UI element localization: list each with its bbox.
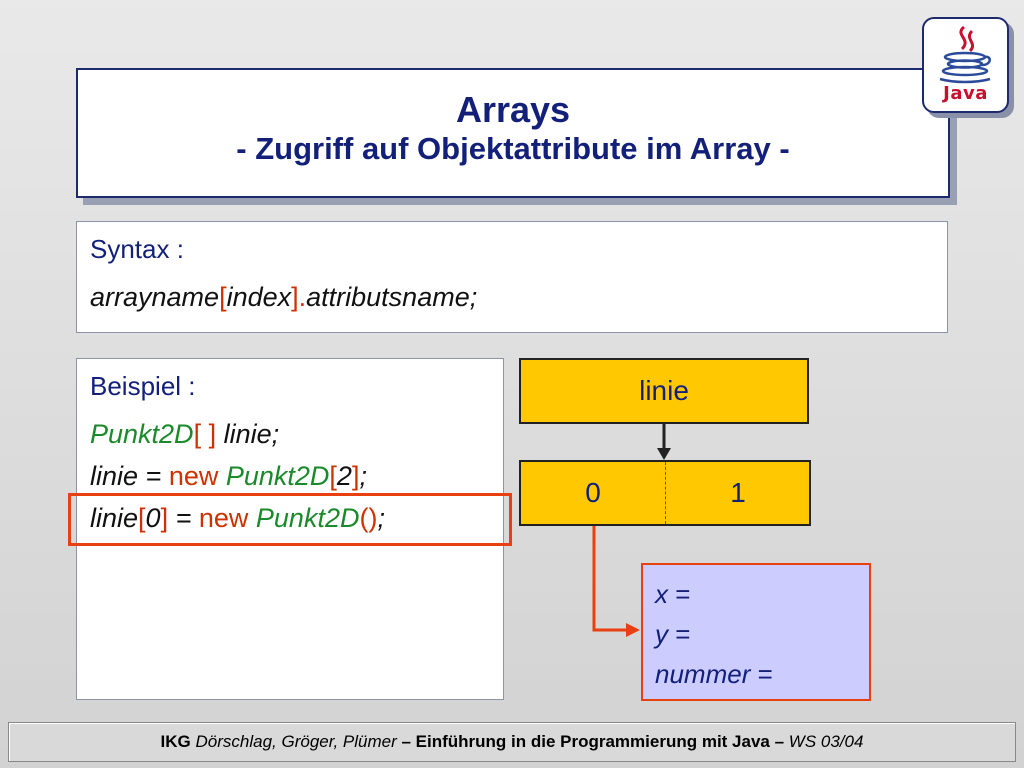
reference-arrow bbox=[657, 424, 671, 460]
diagram-arrows bbox=[592, 424, 671, 637]
footer-ikg: IKG bbox=[160, 732, 191, 751]
footer-term: WS 03/04 bbox=[788, 732, 864, 751]
footer-course: – Einführung in die Programmierung mit J… bbox=[396, 732, 789, 751]
footer-authors: Dörschlag, Gröger, Plümer bbox=[190, 732, 397, 751]
slide-footer: IKG Dörschlag, Gröger, Plümer – Einführu… bbox=[8, 722, 1016, 762]
element-arrow bbox=[592, 526, 640, 637]
